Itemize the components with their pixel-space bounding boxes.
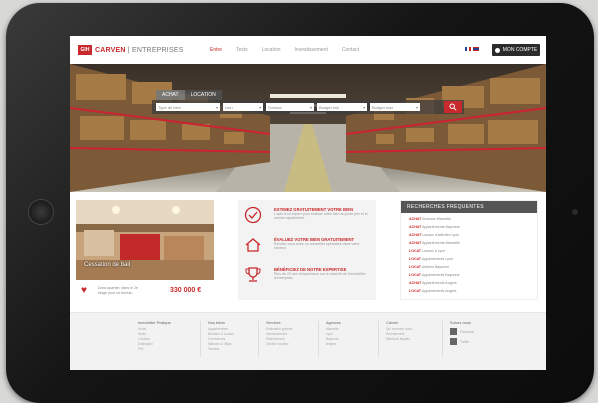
footer-link[interactable]: Gestion locative	[266, 342, 318, 347]
footer-divider	[318, 321, 319, 357]
featured-price: 330 000 €	[170, 287, 202, 294]
service-item[interactable]: ÉVALUEZ VOTRE BIEN GRATUITEMENT Rendez-v…	[244, 236, 374, 262]
hero-banner	[70, 64, 546, 192]
service-item[interactable]: BÉNÉFICIEZ DE NOTRE EXPERTISE Plus de 20…	[244, 266, 374, 292]
frequent-searches-panel: RECHERCHES FRÉQUENTES ACHAT Bureaux Mars…	[400, 200, 538, 300]
service-text: Rendez-vous avec un conseiller spécialis…	[274, 242, 360, 251]
user-icon	[494, 47, 500, 53]
select-budget-max[interactable]: Budget max ▾	[370, 103, 420, 111]
search-tabs: ACHAT LOCATION	[156, 90, 222, 100]
footer-link[interactable]: Mentions légales	[386, 337, 438, 342]
heart-icon[interactable]: ♥	[81, 286, 87, 296]
select-surface[interactable]: Surface ▾	[266, 103, 314, 111]
website-screen: GIH CARVEN | ENTREPRISES Entre Tests Loc…	[70, 36, 546, 370]
nav-item-achat[interactable]: Tests	[236, 47, 248, 53]
footer-divider	[442, 321, 443, 357]
footer-link[interactable]: Angers	[326, 342, 378, 347]
footer-column-title: Carven	[386, 321, 399, 325]
nav-item-accueil[interactable]: Entre	[210, 47, 222, 53]
logo-brand: CARVEN	[95, 46, 126, 54]
footer-social: Suivez-nous Facebook Twitter	[450, 321, 502, 345]
frequent-search-link[interactable]: LOCAT Appartements Bayonne	[409, 273, 459, 277]
featured-property-photo	[76, 200, 214, 280]
select-budget-min[interactable]: Budget min ▾	[317, 103, 367, 111]
footer-column-title: Agences	[326, 321, 341, 325]
select-lieu[interactable]: Lieu ▾	[223, 103, 263, 111]
social-label: Twitter	[460, 339, 470, 344]
footer-divider	[200, 321, 201, 357]
social-label: Facebook	[460, 329, 474, 334]
frequent-search-link[interactable]: LOCAT Locaux à Lyon	[409, 249, 445, 253]
logo-suffix: | ENTREPRISES	[127, 46, 184, 54]
footer-column: Carven Qui sommes-nous Recrutement Menti…	[386, 321, 438, 342]
tab-location[interactable]: LOCATION	[184, 90, 222, 100]
account-button[interactable]: MON COMPTE	[492, 44, 540, 56]
site-footer: Immobilier Pratique Achat Vente Location…	[70, 312, 546, 370]
logo-text: CARVEN | ENTREPRISES	[95, 47, 184, 54]
footer-column-title: Nos biens	[208, 321, 225, 325]
tab-achat[interactable]: ACHAT	[156, 90, 185, 100]
frequent-search-link[interactable]: ACHAT Appartements Bayonne	[409, 225, 460, 229]
check-circle-icon	[244, 206, 262, 224]
nav-item-location[interactable]: Location	[262, 47, 281, 53]
camera-icon	[572, 209, 578, 215]
frequent-searches-title: RECHERCHES FRÉQUENTES	[401, 201, 537, 213]
footer-divider	[378, 321, 379, 357]
site-header: GIH CARVEN | ENTREPRISES Entre Tests Loc…	[70, 36, 546, 65]
home-button[interactable]	[28, 199, 54, 225]
footer-column: Agences Marseille Lyon Bayonne Angers	[326, 321, 378, 347]
footer-column: Nos biens Appartements Bureaux & Locaux …	[208, 321, 260, 352]
nav-item-contact[interactable]: Contact	[342, 47, 359, 53]
trophy-icon	[245, 267, 261, 282]
logo-mark: GIH	[78, 45, 92, 55]
select-type-bien[interactable]: Type de bien ▾	[156, 103, 220, 111]
social-facebook[interactable]: Facebook	[450, 328, 502, 335]
footer-link[interactable]: Prix	[138, 347, 190, 352]
site-logo[interactable]: GIH CARVEN | ENTREPRISES	[78, 44, 184, 56]
main-content: Cessation de bail ♥ Dans quartier, dans …	[70, 192, 546, 312]
footer-column: Services Estimation gratuite Investissem…	[266, 321, 318, 347]
frequent-search-link[interactable]: ACHAT Bureaux Marseille	[409, 217, 451, 221]
footer-column-title: Immobilier Pratique	[138, 321, 171, 325]
frequent-search-link[interactable]: LOCAT Appartements Lyon	[409, 257, 453, 261]
featured-price-row: ♥ Dans quartier, dans le 2e étage pour u…	[76, 284, 214, 300]
twitter-icon	[450, 338, 457, 345]
service-text: Plus de 20 ans d'expérience sur le march…	[274, 272, 366, 281]
footer-social-title: Suivez-nous	[450, 321, 471, 325]
featured-caption: Cessation de bail	[84, 262, 131, 268]
frequent-search-link[interactable]: LOCAT Ateliers Bayonne	[409, 265, 449, 269]
frequent-search-link[interactable]: ACHAT Locaux d'activités Lyon	[409, 233, 459, 237]
footer-divider	[258, 321, 259, 357]
warehouse-photo	[70, 64, 546, 192]
search-button[interactable]	[444, 101, 462, 113]
search-bar: Type de bien ▾ Lieu ▾ Surface ▾ Budget min ▾…	[152, 100, 464, 114]
frequent-search-link[interactable]: ACHAT Appartements Angers	[409, 281, 457, 285]
language-flags	[465, 47, 479, 51]
social-twitter[interactable]: Twitter	[450, 338, 502, 345]
frequent-search-link[interactable]: LOCAT Appartements Angers	[409, 289, 456, 293]
flag-uk-icon[interactable]	[473, 47, 479, 51]
featured-description: Dans quartier, dans le 2e étage pour un …	[98, 286, 138, 295]
main-nav: Entre Tests Location Investissement Cont…	[210, 47, 359, 53]
facebook-icon	[450, 328, 457, 335]
home-icon	[245, 238, 261, 252]
flag-fr-icon[interactable]	[465, 47, 471, 51]
service-item[interactable]: ESTIMEZ GRATUITEMENT VOTRE BIEN L'avis d…	[244, 206, 374, 232]
services-panel: ESTIMEZ GRATUITEMENT VOTRE BIEN L'avis d…	[238, 200, 376, 300]
featured-property-card[interactable]: Cessation de bail	[76, 200, 214, 280]
service-text: L'avis d'un expert pour estimer votre bi…	[274, 212, 368, 221]
search-icon	[449, 103, 457, 111]
frequent-search-link[interactable]: ACHAT Appartements Marseille	[409, 241, 460, 245]
account-label: MON COMPTE	[502, 47, 538, 53]
footer-column-title: Services	[266, 321, 281, 325]
nav-item-investissement[interactable]: Investissement	[295, 47, 328, 53]
footer-column: Immobilier Pratique Achat Vente Location…	[138, 321, 190, 352]
footer-link[interactable]: Terrains	[208, 347, 260, 352]
